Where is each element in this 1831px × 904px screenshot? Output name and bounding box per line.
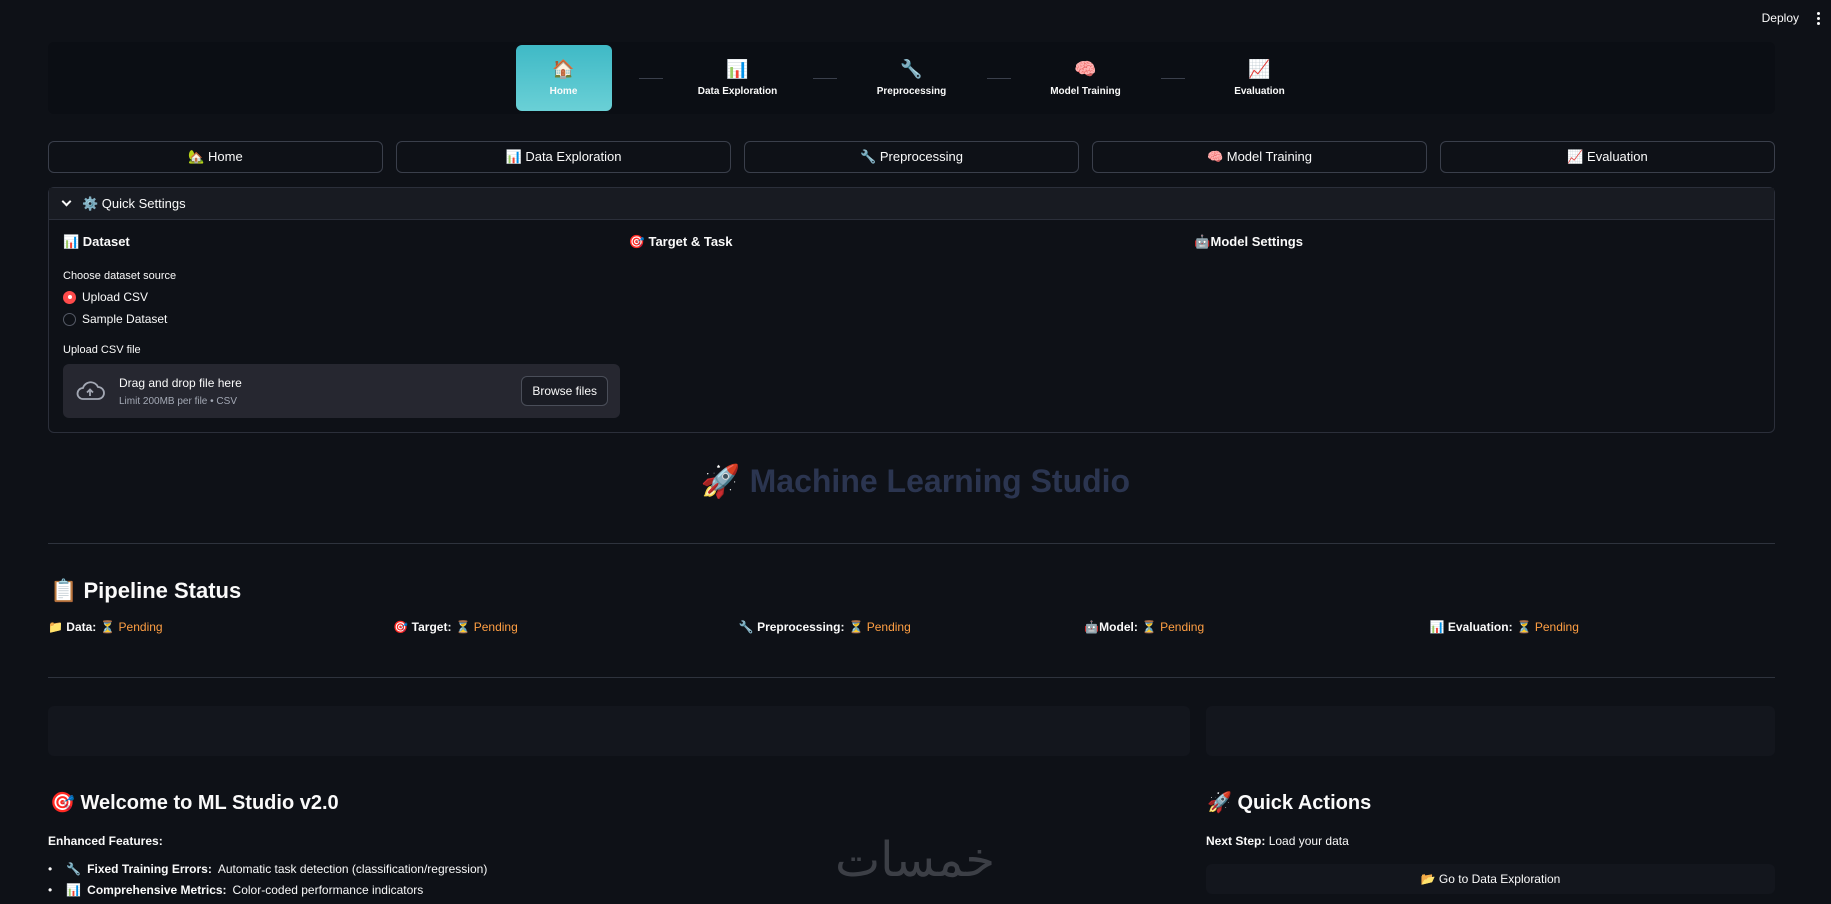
nav-preprocessing-button[interactable]: 🔧 Preprocessing	[744, 141, 1079, 173]
step-label: Preprocessing	[876, 85, 947, 97]
step-connector	[812, 77, 837, 79]
watermark-logo: خمسات	[835, 832, 995, 888]
divider	[48, 677, 1775, 678]
go-to-data-exploration-button[interactable]: 📂 Go to Data Exploration	[1206, 864, 1775, 894]
status-label: 🤖Model:	[1084, 620, 1138, 634]
pipeline-stepper: 🏠 Home 📊 Data Exploration 🔧 Preprocessin…	[48, 42, 1775, 114]
step-connector	[986, 77, 1011, 79]
status-label: 📊 Evaluation:	[1429, 620, 1513, 634]
more-menu-icon[interactable]	[1813, 11, 1823, 25]
top-bar: Deploy	[0, 0, 1831, 36]
quick-settings-header[interactable]: ⚙️ Quick Settings	[49, 188, 1774, 220]
cloud-upload-icon	[76, 381, 105, 400]
target-column: 🎯 Target & Task	[629, 234, 1195, 418]
step-label: Data Exploration	[697, 85, 778, 97]
step-label: Evaluation	[1234, 85, 1285, 97]
feature-title: Comprehensive Metrics:	[87, 883, 227, 897]
browse-files-button[interactable]: Browse files	[521, 376, 608, 406]
pipeline-status-title: 📋 Pipeline Status	[50, 578, 242, 603]
status-label: 📁 Data:	[48, 620, 97, 634]
step-connector	[1160, 77, 1185, 79]
wrench-icon: 🔧	[66, 862, 82, 876]
status-model: 🤖Model: ⏳ Pending	[1084, 620, 1429, 634]
step-preprocessing[interactable]: 🔧 Preprocessing	[864, 45, 960, 111]
feature-desc: Color-coded performance indicators	[232, 883, 424, 897]
quick-actions-title: 🚀 Quick Actions	[1207, 792, 1372, 814]
status-label: 🎯 Target:	[393, 620, 452, 634]
nav-data-exploration-button[interactable]: 📊 Data Exploration	[396, 141, 731, 173]
quick-settings-title: ⚙️ Quick Settings	[82, 195, 186, 211]
watermark-text: خمسات	[835, 832, 995, 888]
model-settings-column: 🤖Model Settings	[1194, 234, 1760, 418]
status-preprocessing: 🔧 Preprocessing: ⏳ Pending	[739, 620, 1084, 634]
radio-selected-icon	[63, 290, 76, 304]
file-dropzone[interactable]: Drag and drop file here Limit 200MB per …	[63, 364, 620, 418]
radio-unselected-icon	[63, 312, 76, 326]
feature-list: 🔧 Fixed Training Errors: Automatic task …	[48, 862, 487, 904]
status-badge: ⏳ Pending	[848, 620, 911, 634]
step-label: Home	[549, 85, 578, 97]
nav-model-training-button[interactable]: 🧠 Model Training	[1092, 141, 1427, 173]
status-badge: ⏳ Pending	[1141, 620, 1205, 634]
step-data-exploration[interactable]: 📊 Data Exploration	[690, 45, 786, 111]
drop-instruction: Drag and drop file here	[119, 375, 242, 390]
wrench-icon: 🔧	[900, 58, 923, 79]
step-home[interactable]: 🏠 Home	[515, 45, 612, 111]
dataset-source-label: Choose dataset source	[63, 270, 177, 282]
upload-csv-label: Upload CSV file	[63, 344, 141, 356]
brain-icon: 🧠	[1074, 58, 1097, 79]
step-connector	[638, 77, 663, 79]
radio-upload-csv[interactable]: Upload CSV	[63, 290, 629, 304]
radio-sample-dataset[interactable]: Sample Dataset	[63, 312, 629, 326]
step-model-training[interactable]: 🧠 Model Training	[1038, 45, 1134, 111]
welcome-title: 🎯 Welcome to ML Studio v2.0	[50, 792, 339, 814]
nav-button-row: 🏡 Home 📊 Data Exploration 🔧 Preprocessin…	[48, 141, 1775, 173]
empty-panel-right	[1206, 706, 1775, 756]
status-target: 🎯 Target: ⏳ Pending	[393, 620, 738, 634]
next-step: Next Step: Load your data	[1206, 834, 1349, 848]
bar-chart-icon: 📊	[726, 58, 749, 79]
next-step-value: Load your data	[1268, 834, 1349, 848]
dataset-column: 📊 Dataset Choose dataset source Upload C…	[63, 234, 629, 418]
quick-settings-expander: ⚙️ Quick Settings 📊 Dataset Choose datas…	[48, 187, 1775, 433]
chevron-down-icon	[61, 196, 72, 207]
status-label: 🔧 Preprocessing:	[738, 620, 845, 634]
divider	[48, 543, 1775, 544]
drop-limit: Limit 200MB per file • CSV	[119, 395, 237, 407]
next-step-label: Next Step:	[1206, 834, 1266, 848]
pipeline-status-row: 📁 Data: ⏳ Pending 🎯 Target: ⏳ Pending 🔧 …	[48, 620, 1775, 634]
status-badge: ⏳ Pending	[100, 620, 163, 634]
radio-label: Upload CSV	[82, 290, 149, 304]
status-evaluation: 📊 Evaluation: ⏳ Pending	[1430, 620, 1775, 634]
bar-chart-icon: 📊	[66, 883, 82, 897]
feature-title: Fixed Training Errors:	[87, 862, 212, 876]
status-badge: ⏳ Pending	[455, 620, 518, 634]
feature-desc: Automatic task detection (classification…	[217, 862, 488, 876]
radio-label: Sample Dataset	[82, 312, 168, 326]
page-title: 🚀 Machine Learning Studio	[700, 463, 1131, 499]
nav-evaluation-button[interactable]: 📈 Evaluation	[1440, 141, 1775, 173]
list-item: 📊 Comprehensive Metrics: Color-coded per…	[48, 883, 487, 897]
status-badge: ⏳ Pending	[1516, 620, 1579, 634]
step-label: Model Training	[1050, 85, 1121, 97]
line-chart-icon: 📈	[1248, 58, 1271, 79]
home-icon: 🏠	[552, 58, 575, 79]
step-evaluation[interactable]: 📈 Evaluation	[1212, 45, 1308, 111]
status-data: 📁 Data: ⏳ Pending	[48, 620, 393, 634]
empty-panel-left	[48, 706, 1190, 756]
list-item: 🔧 Fixed Training Errors: Automatic task …	[48, 862, 487, 876]
enhanced-features-label: Enhanced Features:	[48, 834, 163, 848]
deploy-button[interactable]: Deploy	[1762, 11, 1799, 25]
nav-home-button[interactable]: 🏡 Home	[48, 141, 383, 173]
dataset-title: 📊 Dataset	[63, 234, 130, 249]
target-task-title: 🎯 Target & Task	[628, 234, 733, 249]
model-settings-title: 🤖Model Settings	[1194, 234, 1303, 249]
